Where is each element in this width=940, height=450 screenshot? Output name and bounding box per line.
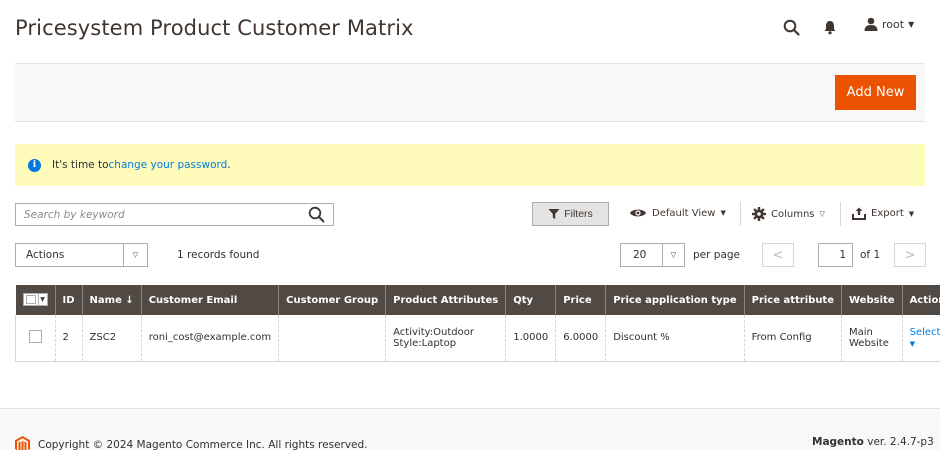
column-header-price[interactable]: Price — [555, 285, 606, 315]
columns-label: Columns — [771, 208, 815, 220]
cell-qty: 1.0000 — [505, 315, 556, 362]
export-label: Export — [871, 208, 904, 219]
footer-copyright: Copyright © 2024 Magento Commerce Inc. A… — [15, 436, 368, 450]
password-message: i It's time to change your password . — [15, 144, 925, 186]
per-page-value: 20 — [633, 249, 647, 261]
cell-price-attribute: From Config — [743, 315, 842, 362]
cell-id: 2 — [54, 315, 83, 362]
data-grid: ▼ ID Name ↓ Customer Email Customer Grou… — [15, 285, 940, 362]
column-header-action: Action — [901, 285, 940, 315]
chevron-down-icon: ▼ — [908, 209, 915, 218]
change-password-link[interactable]: change your password — [109, 159, 228, 171]
column-header-id[interactable]: ID — [54, 285, 83, 315]
row-select-cell — [15, 315, 55, 362]
action-select-label: Select — [909, 326, 940, 338]
row-action-select[interactable]: Select ▼ — [910, 327, 940, 349]
bell-icon[interactable] — [821, 18, 839, 36]
export-icon — [852, 207, 866, 220]
column-header-name[interactable]: Name ↓ — [81, 285, 142, 315]
message-text: It's time to — [52, 159, 109, 171]
chevron-down-icon: ▽ — [819, 210, 825, 218]
toolbar-divider — [740, 202, 741, 226]
gear-icon — [752, 207, 766, 221]
chevron-down-icon: ▽ — [662, 244, 684, 266]
magento-logo-icon[interactable] — [15, 436, 30, 450]
filters-button[interactable]: Filters — [532, 202, 609, 226]
total-pages: of 1 — [860, 249, 881, 261]
chevron-right-icon: > — [904, 247, 916, 263]
column-header-product-attributes[interactable]: Product Attributes — [385, 285, 506, 315]
current-page-input[interactable] — [818, 243, 853, 267]
column-header-price-attribute[interactable]: Price attribute — [743, 285, 842, 315]
column-header-customer-email[interactable]: Customer Email — [140, 285, 279, 315]
search-input[interactable] — [16, 204, 296, 225]
brand-name: Magento — [812, 436, 864, 448]
cell-email: roni_cost@example.com — [140, 315, 279, 362]
attribute-line: Activity:Outdoor — [393, 326, 475, 338]
column-header-price-application-type[interactable]: Price application type — [605, 285, 745, 315]
funnel-icon — [548, 209, 560, 219]
cell-price: 6.0000 — [555, 315, 606, 362]
actions-label: Actions — [26, 249, 65, 261]
chevron-down-icon: ▼ — [909, 339, 915, 348]
attribute-line: Style:Laptop — [393, 337, 457, 349]
column-header-customer-group[interactable]: Customer Group — [278, 285, 386, 315]
chevron-down-icon: ▽ — [123, 244, 147, 266]
column-header-qty[interactable]: Qty — [505, 285, 556, 315]
per-page-label: per page — [693, 249, 741, 261]
page-title: Pricesystem Product Customer Matrix — [15, 16, 414, 40]
search-box — [15, 203, 334, 226]
chevron-down-icon: ▼ — [720, 209, 726, 217]
export-dropdown[interactable]: Export ▼ — [852, 207, 914, 220]
per-page-select[interactable]: 20 ▽ — [620, 243, 685, 267]
column-header-website[interactable]: Website — [841, 285, 903, 315]
chevron-down-icon: ▼ — [908, 19, 915, 29]
version-text: ver. 2.4.7-p3 — [863, 436, 934, 448]
mass-actions-select[interactable]: Actions ▽ — [15, 243, 148, 267]
cell-product-attributes: Activity:Outdoor Style:Laptop — [385, 315, 506, 362]
cell-customer-group — [278, 315, 386, 362]
cell-action: Select ▼ — [901, 315, 940, 362]
row-checkbox[interactable] — [28, 329, 42, 343]
prev-page-button[interactable]: < — [762, 243, 794, 267]
search-icon[interactable] — [782, 18, 800, 36]
cell-application-type: Discount % — [605, 315, 745, 362]
info-icon: i — [28, 158, 41, 172]
search-icon[interactable] — [308, 206, 325, 223]
grid-header-row: ▼ ID Name ↓ Customer Email Customer Grou… — [15, 285, 940, 315]
filters-label: Filters — [564, 208, 593, 220]
message-period: . — [227, 159, 231, 171]
toolbar-divider — [840, 202, 841, 226]
eye-icon — [630, 209, 646, 217]
copyright-text: Copyright © 2024 Magento Commerce Inc. A… — [38, 438, 368, 450]
chevron-left-icon: < — [772, 247, 784, 263]
cell-website: Main Website — [841, 315, 903, 362]
select-all-header[interactable]: ▼ — [15, 285, 55, 315]
view-label: Default View — [652, 207, 716, 219]
records-found: 1 records found — [177, 249, 260, 261]
default-view-dropdown[interactable]: Default View ▼ — [629, 207, 726, 219]
next-page-button[interactable]: > — [894, 243, 926, 267]
add-new-button[interactable]: Add New — [835, 75, 916, 110]
cell-name: ZSC2 — [81, 315, 142, 362]
table-row[interactable]: 2 ZSC2 roni_cost@example.com Activity:Ou… — [15, 315, 940, 362]
footer-version: Magento ver. 2.4.7-p3 — [812, 436, 934, 448]
user-name: root — [882, 17, 905, 31]
user-menu[interactable]: root ▼ — [864, 17, 914, 31]
page-actions-bar — [15, 63, 925, 122]
columns-dropdown[interactable]: Columns ▽ — [752, 207, 825, 221]
mass-select-checkbox[interactable]: ▼ — [22, 293, 48, 306]
user-icon — [864, 17, 878, 31]
chevron-down-icon: ▼ — [37, 294, 47, 305]
